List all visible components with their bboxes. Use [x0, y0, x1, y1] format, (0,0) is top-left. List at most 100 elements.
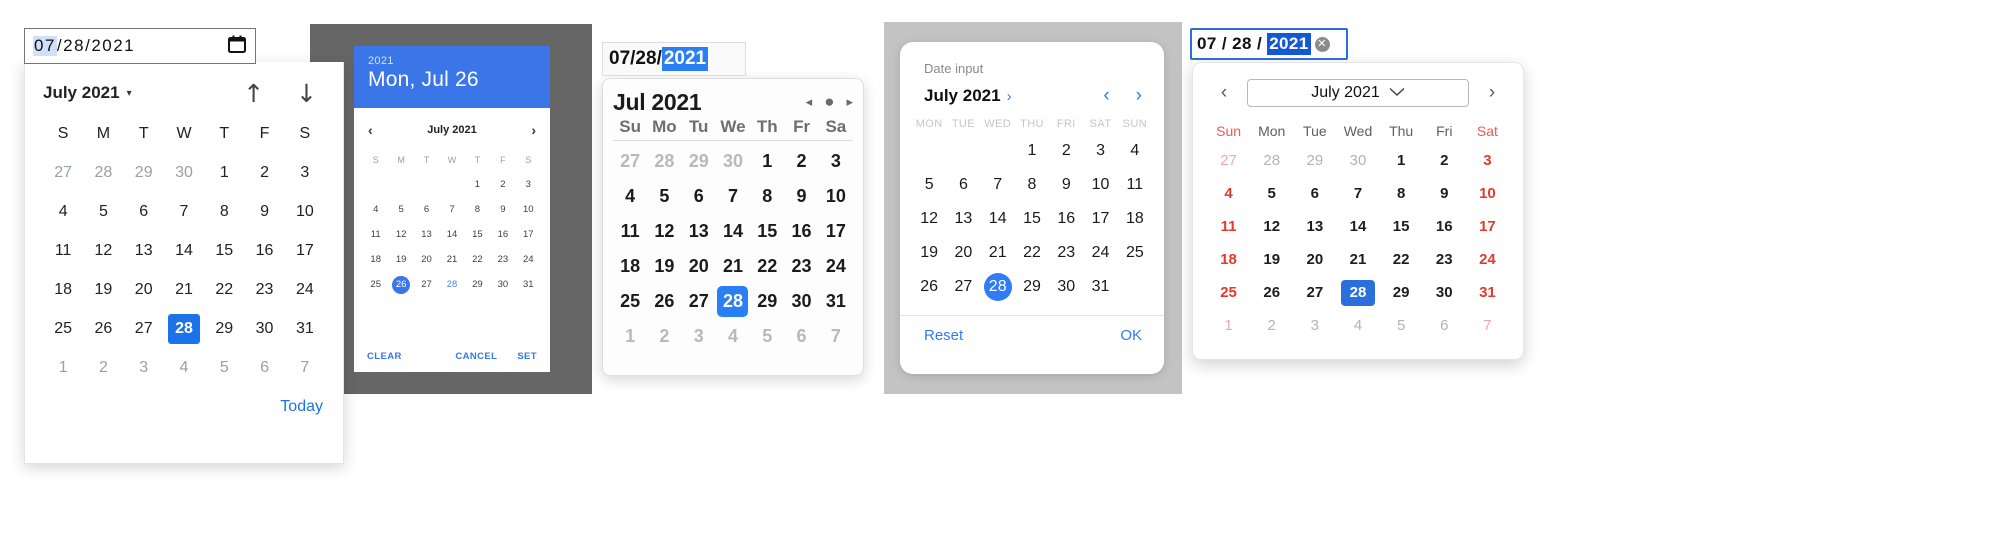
day-cell[interactable]: 22 [1380, 247, 1423, 273]
day-cell[interactable]: 23 [1423, 247, 1466, 273]
day-cell[interactable]: 26 [1250, 280, 1293, 306]
day-cell[interactable]: 27 [946, 273, 980, 301]
day-cell[interactable]: 13 [1293, 214, 1336, 240]
day-cell[interactable]: 5 [388, 201, 413, 219]
day-cell[interactable]: 13 [946, 205, 980, 233]
day-cell-selected[interactable]: 28 [717, 286, 749, 317]
clear-button[interactable]: CLEAR [367, 351, 402, 362]
day-cell[interactable]: 2 [244, 159, 284, 187]
day-cell[interactable]: 31 [819, 286, 853, 317]
day-cell[interactable]: 18 [1207, 247, 1250, 273]
day-cell[interactable]: 24 [285, 276, 325, 304]
day-cell[interactable]: 3 [124, 354, 164, 382]
day-cell[interactable]: 25 [363, 276, 388, 294]
day-cell[interactable]: 7 [285, 354, 325, 382]
arrow-down-icon[interactable]: ↓ [296, 81, 317, 106]
day-cell[interactable]: 28 [1250, 148, 1293, 174]
arrow-up-icon[interactable]: ↑ [243, 81, 264, 106]
day-cell[interactable]: 13 [414, 226, 439, 244]
day-cell[interactable]: 11 [43, 237, 83, 265]
month-year-dropdown[interactable]: July 2021 [1247, 79, 1469, 107]
day-cell[interactable]: 16 [244, 237, 284, 265]
date-segment-month[interactable]: 07 [33, 36, 57, 56]
day-cell[interactable]: 5 [204, 354, 244, 382]
cancel-button[interactable]: CANCEL [455, 351, 497, 362]
day-cell[interactable]: 22 [465, 251, 490, 269]
day-cell[interactable]: 5 [750, 321, 784, 352]
day-cell[interactable]: 22 [750, 251, 784, 282]
day-cell[interactable]: 1 [750, 146, 784, 177]
day-cell[interactable]: 2 [1250, 313, 1293, 339]
triangle-left-icon[interactable]: ◂ [806, 94, 813, 110]
day-cell[interactable]: 18 [613, 251, 647, 282]
day-cell[interactable]: 5 [912, 171, 946, 199]
day-cell[interactable]: 7 [439, 201, 464, 219]
day-cell[interactable]: 20 [946, 239, 980, 267]
day-cell[interactable]: 19 [912, 239, 946, 267]
day-cell[interactable]: 19 [1250, 247, 1293, 273]
day-cell[interactable]: 18 [1118, 205, 1152, 233]
day-cell[interactable]: 20 [414, 251, 439, 269]
day-cell[interactable]: 6 [1423, 313, 1466, 339]
day-cell[interactable]: 29 [750, 286, 784, 317]
day-cell[interactable]: 6 [1293, 181, 1336, 207]
day-cell[interactable]: 16 [1049, 205, 1083, 233]
day-cell-empty[interactable] [388, 176, 413, 194]
day-cell[interactable]: 17 [1083, 205, 1117, 233]
day-cell[interactable]: 26 [83, 315, 123, 343]
day-cell[interactable]: 31 [1083, 273, 1117, 301]
day-cell[interactable]: 25 [43, 315, 83, 343]
day-cell[interactable]: 12 [388, 226, 413, 244]
day-cell-empty[interactable] [439, 176, 464, 194]
day-cell[interactable]: 4 [363, 201, 388, 219]
day-cell[interactable]: 3 [1083, 137, 1117, 165]
day-cell[interactable]: 8 [1015, 171, 1049, 199]
day-cell[interactable]: 5 [647, 181, 681, 212]
day-cell[interactable]: 30 [716, 146, 750, 177]
day-cell[interactable]: 31 [1466, 280, 1509, 306]
day-cell[interactable]: 16 [784, 216, 818, 247]
day-cell[interactable]: 5 [83, 198, 123, 226]
day-cell[interactable]: 1 [204, 159, 244, 187]
day-cell[interactable]: 15 [1015, 205, 1049, 233]
day-cell[interactable]: 4 [1118, 137, 1152, 165]
day-cell[interactable]: 24 [819, 251, 853, 282]
day-cell[interactable]: 20 [1293, 247, 1336, 273]
day-cell-selected[interactable]: 28 [167, 314, 200, 344]
day-cell-empty[interactable] [946, 137, 980, 165]
day-cell[interactable]: 17 [819, 216, 853, 247]
triangle-right-icon[interactable]: ▸ [846, 94, 853, 110]
day-cell[interactable]: 27 [1207, 148, 1250, 174]
day-cell[interactable]: 6 [784, 321, 818, 352]
day-cell-empty[interactable] [912, 137, 946, 165]
day-cell[interactable]: 30 [1423, 280, 1466, 306]
day-cell[interactable]: 4 [613, 181, 647, 212]
date-segment-year[interactable]: 2021 [91, 36, 135, 56]
day-cell-empty[interactable] [363, 176, 388, 194]
day-cell[interactable]: 8 [750, 181, 784, 212]
clear-icon[interactable]: ✕ [1314, 36, 1330, 52]
day-cell[interactable]: 18 [363, 251, 388, 269]
month-year-label[interactable]: July 2021 [43, 83, 120, 103]
calendar-icon[interactable] [227, 34, 247, 59]
day-cell[interactable]: 15 [1380, 214, 1423, 240]
day-cell[interactable]: 29 [204, 315, 244, 343]
chrome-date-input[interactable]: 07/28/2021 [24, 28, 256, 64]
day-cell[interactable]: 7 [716, 181, 750, 212]
chevron-right-icon[interactable]: › [1136, 85, 1142, 107]
day-cell[interactable]: 17 [516, 226, 541, 244]
day-cell[interactable]: 25 [1207, 280, 1250, 306]
ok-button[interactable]: OK [1120, 327, 1142, 344]
day-cell[interactable]: 3 [516, 176, 541, 194]
day-cell[interactable]: 3 [1466, 148, 1509, 174]
day-cell[interactable]: 14 [981, 205, 1015, 233]
day-cell[interactable]: 17 [1466, 214, 1509, 240]
day-cell[interactable]: 11 [1207, 214, 1250, 240]
day-cell[interactable]: 3 [1293, 313, 1336, 339]
date-segment-year[interactable]: 2021 [661, 47, 709, 71]
day-cell[interactable]: 29 [465, 276, 490, 294]
day-cell[interactable]: 16 [490, 226, 515, 244]
day-cell[interactable]: 10 [285, 198, 325, 226]
chevron-right-icon[interactable]: › [1007, 88, 1012, 105]
day-cell[interactable]: 1 [43, 354, 83, 382]
